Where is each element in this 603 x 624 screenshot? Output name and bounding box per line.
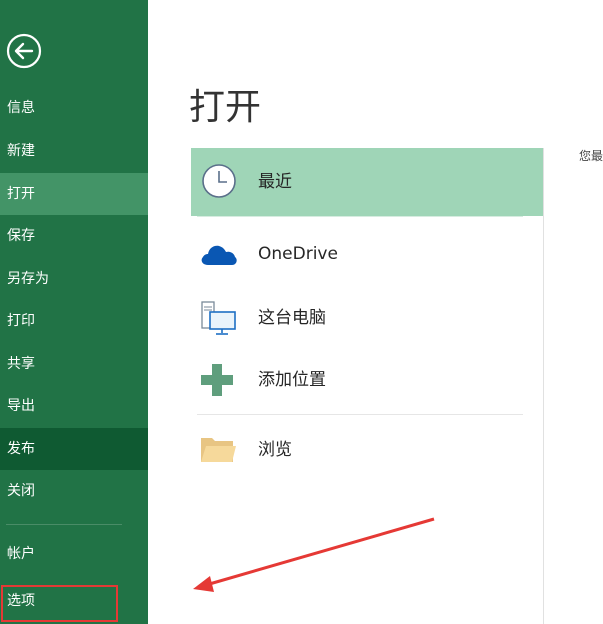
annotation-arrow	[193, 517, 435, 592]
